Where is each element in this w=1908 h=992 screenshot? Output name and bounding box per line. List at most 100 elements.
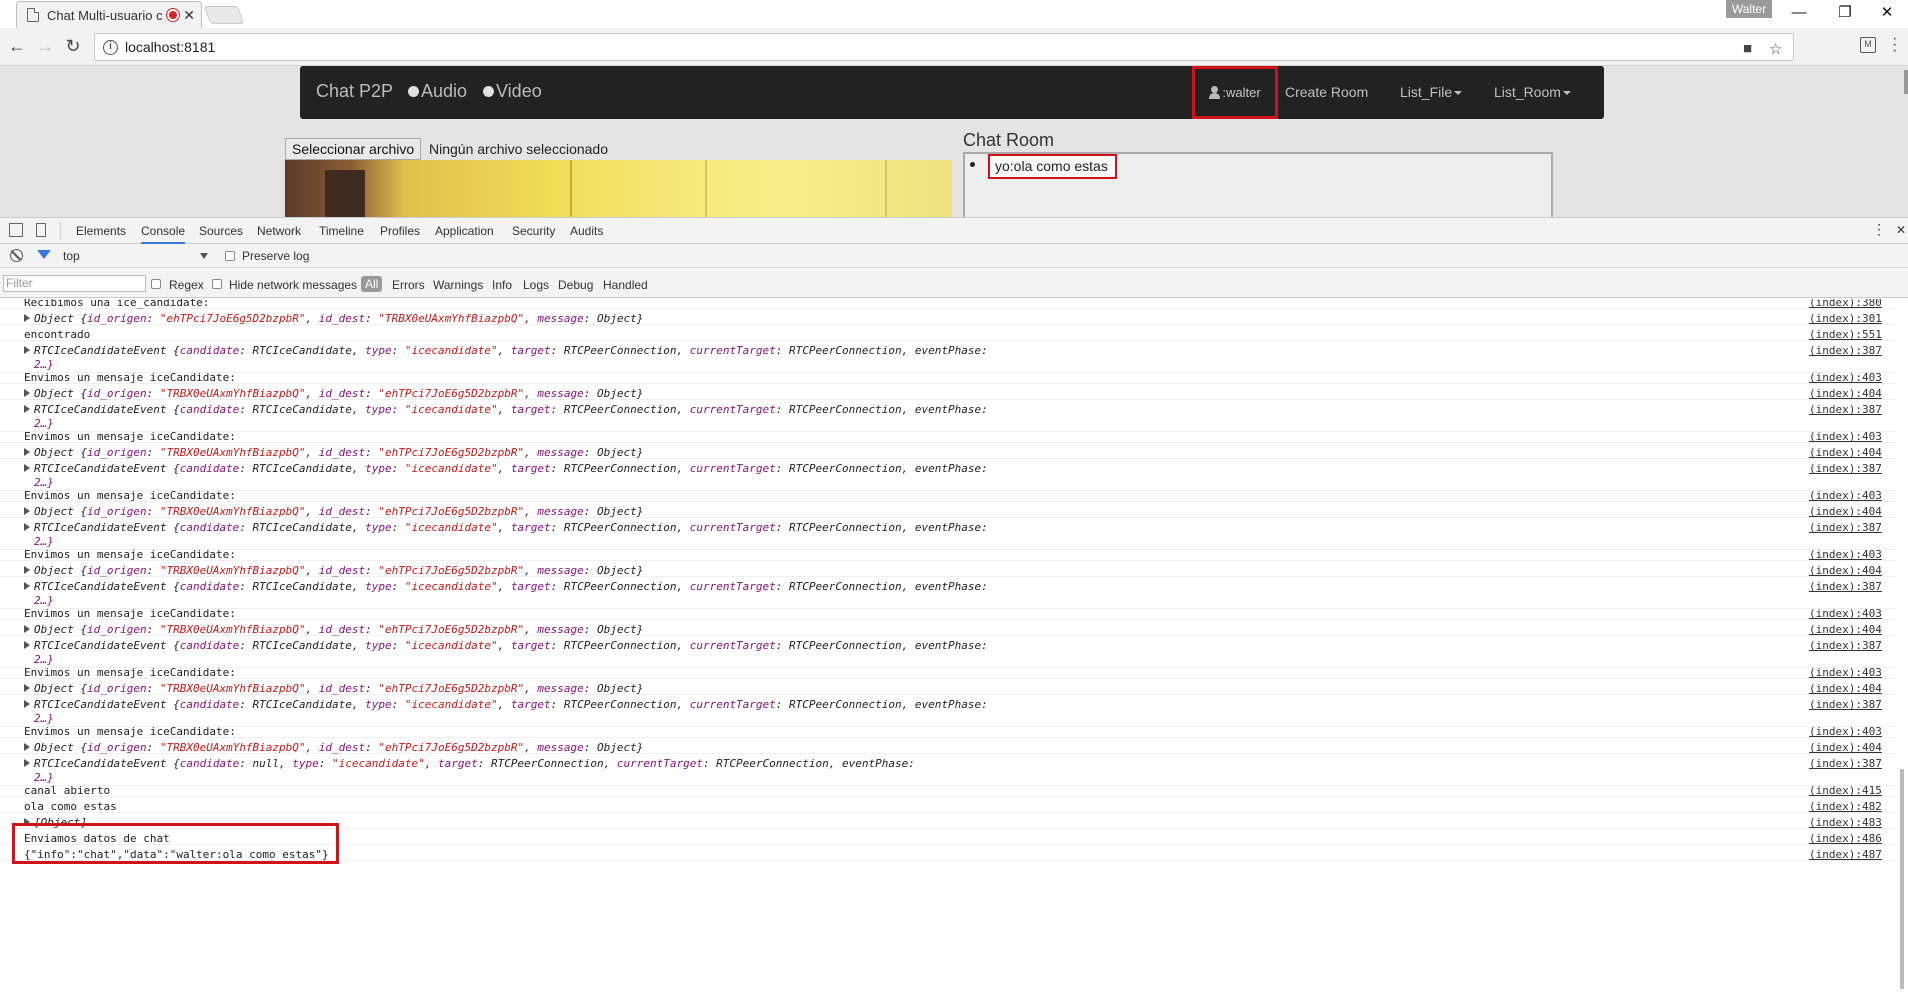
level-errors[interactable]: Errors [392, 278, 425, 292]
new-tab-button[interactable] [203, 6, 245, 24]
source-link[interactable]: (index):551 [1809, 328, 1882, 341]
expand-triangle-icon[interactable] [24, 743, 30, 751]
source-link[interactable]: (index):387 [1809, 521, 1882, 534]
source-link[interactable]: (index):404 [1809, 446, 1882, 459]
level-handled[interactable]: Handled [603, 278, 648, 292]
expand-triangle-icon[interactable] [24, 464, 30, 472]
extension-icon[interactable]: M [1860, 37, 1876, 53]
source-link[interactable]: (index):403 [1809, 725, 1882, 738]
source-link[interactable]: (index):403 [1809, 430, 1882, 443]
expand-triangle-icon[interactable] [24, 582, 30, 590]
source-link[interactable]: (index):404 [1809, 623, 1882, 636]
expand-triangle-icon[interactable] [24, 625, 30, 633]
source-link[interactable]: (index):403 [1809, 489, 1882, 502]
camera-icon[interactable]: ■ [1743, 40, 1752, 57]
expand-triangle-icon[interactable] [24, 523, 30, 531]
level-info[interactable]: Info [492, 278, 512, 292]
audio-radio-icon[interactable] [408, 86, 419, 97]
level-debug[interactable]: Debug [558, 278, 593, 292]
console-row[interactable]: Object {id_origen: "TRBX0eUAxmYhfBiazpbQ… [0, 502, 1896, 518]
close-window-button[interactable]: ✕ [1864, 0, 1908, 28]
filter-icon[interactable] [37, 250, 51, 259]
devtools-menu-icon[interactable]: ⋮ [1872, 221, 1886, 238]
regex-checkbox[interactable] [151, 279, 161, 289]
list-room-dropdown[interactable]: List_Room [1494, 84, 1571, 100]
expand-triangle-icon[interactable] [24, 346, 30, 354]
restore-button[interactable]: ❐ [1822, 0, 1868, 28]
tab-close-icon[interactable]: ✕ [183, 7, 195, 24]
expand-triangle-icon[interactable] [24, 314, 30, 322]
source-link[interactable]: (index):387 [1809, 698, 1882, 711]
create-room-link[interactable]: Create Room [1285, 84, 1368, 100]
tab-audits[interactable]: Audits [570, 224, 603, 238]
reload-button[interactable]: ↻ [61, 34, 85, 58]
tab-console[interactable]: Console [141, 224, 186, 244]
dropdown-arrow-icon[interactable] [200, 253, 208, 259]
source-link[interactable]: (index):301 [1809, 312, 1882, 325]
source-link[interactable]: (index):482 [1809, 800, 1882, 813]
source-link[interactable]: (index):486 [1809, 832, 1882, 845]
source-link[interactable]: (index):387 [1809, 344, 1882, 357]
expand-triangle-icon[interactable] [24, 684, 30, 692]
profile-badge[interactable]: Walter [1726, 0, 1772, 18]
console-filter-input[interactable]: Filter [3, 275, 146, 292]
tab-profiles[interactable]: Profiles [380, 224, 420, 238]
user-menu[interactable]: : walter [1192, 66, 1278, 119]
expand-triangle-icon[interactable] [24, 566, 30, 574]
source-link[interactable]: (index):387 [1809, 403, 1882, 416]
console-scrollbar[interactable] [1898, 299, 1908, 992]
file-select-button[interactable]: Seleccionar archivo [285, 138, 422, 160]
source-link[interactable]: (index):387 [1809, 757, 1882, 770]
console-row[interactable]: Object {id_origen: "ehTPci7JoE6g5D2bzpbR… [0, 309, 1896, 325]
tab-security[interactable]: Security [512, 224, 555, 238]
info-icon[interactable]: i [103, 40, 118, 55]
forward-button[interactable]: → [33, 34, 57, 58]
source-link[interactable]: (index):483 [1809, 816, 1882, 829]
source-link[interactable]: (index):403 [1809, 548, 1882, 561]
level-logs[interactable]: Logs [523, 278, 549, 292]
console-row[interactable]: Object {id_origen: "TRBX0eUAxmYhfBiazpbQ… [0, 679, 1896, 695]
url-text[interactable]: localhost:8181 [125, 39, 215, 55]
expand-triangle-icon[interactable] [24, 389, 30, 397]
address-bar[interactable]: i localhost:8181 ■ ☆ [94, 33, 1794, 61]
video-option[interactable]: Video [483, 81, 542, 102]
source-link[interactable]: (index):404 [1809, 564, 1882, 577]
console-row[interactable]: Object {id_origen: "TRBX0eUAxmYhfBiazpbQ… [0, 620, 1896, 636]
source-link[interactable]: (index):403 [1809, 371, 1882, 384]
audio-option[interactable]: Audio [408, 81, 467, 102]
bookmark-star-icon[interactable]: ☆ [1769, 40, 1782, 58]
source-link[interactable]: (index):415 [1809, 784, 1882, 797]
context-select[interactable]: top [63, 249, 80, 263]
tab-sources[interactable]: Sources [199, 224, 243, 238]
browser-tab[interactable]: Chat Multi-usuario co ✕ [16, 1, 202, 28]
source-link[interactable]: (index):387 [1809, 639, 1882, 652]
console-output[interactable]: Recibimos una ice_candidate: (index):380 O… [0, 299, 1896, 992]
console-row[interactable]: Object {id_origen: "TRBX0eUAxmYhfBiazpbQ… [0, 384, 1896, 400]
inspect-icon[interactable] [9, 223, 23, 237]
source-link[interactable]: (index):404 [1809, 741, 1882, 754]
source-link[interactable]: (index):387 [1809, 462, 1882, 475]
source-link[interactable]: (index):380 [1809, 299, 1882, 309]
page-scrollbar[interactable] [1904, 70, 1908, 94]
hide-network-checkbox[interactable] [212, 279, 222, 289]
source-link[interactable]: (index):487 [1809, 848, 1882, 861]
expand-triangle-icon[interactable] [24, 507, 30, 515]
back-button[interactable]: ← [5, 34, 29, 58]
console-row[interactable]: Object {id_origen: "TRBX0eUAxmYhfBiazpbQ… [0, 443, 1896, 459]
source-link[interactable]: (index):404 [1809, 505, 1882, 518]
console-scroll-thumb[interactable] [1900, 769, 1904, 989]
brand[interactable]: Chat P2P [316, 81, 393, 102]
expand-triangle-icon[interactable] [24, 700, 30, 708]
browser-menu-icon[interactable]: · · · [1892, 31, 1897, 59]
tab-network[interactable]: Network [257, 224, 301, 238]
preserve-log-checkbox[interactable] [225, 251, 235, 261]
source-link[interactable]: (index):404 [1809, 682, 1882, 695]
source-link[interactable]: (index):387 [1809, 580, 1882, 593]
source-link[interactable]: (index):404 [1809, 387, 1882, 400]
devtools-close-icon[interactable]: ✕ [1896, 223, 1906, 237]
expand-triangle-icon[interactable] [24, 405, 30, 413]
clear-console-icon[interactable] [10, 249, 23, 262]
console-row[interactable]: Object {id_origen: "TRBX0eUAxmYhfBiazpbQ… [0, 738, 1896, 754]
device-toolbar-icon[interactable] [36, 223, 46, 237]
list-file-dropdown[interactable]: List_File [1400, 84, 1463, 100]
